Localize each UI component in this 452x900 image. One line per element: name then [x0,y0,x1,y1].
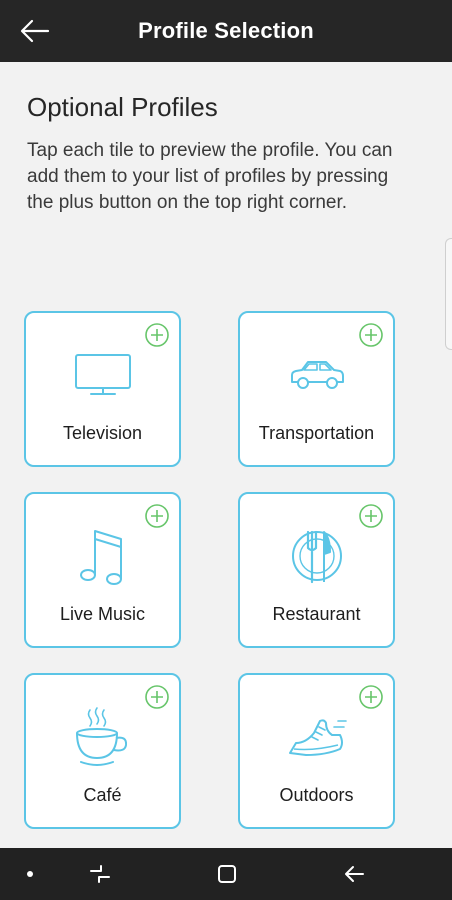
page-title: Profile Selection [138,18,314,43]
car-icon [290,361,344,389]
profile-tile-transportation[interactable]: Transportation [238,311,395,467]
section-heading: Optional Profiles [27,92,218,122]
television-icon [74,354,131,395]
coffee-cup-icon [75,707,127,766]
nav-recents-button[interactable] [74,848,126,900]
profile-tile-cafe[interactable]: Café [24,673,181,829]
running-shoe-icon [288,719,347,756]
plate-fork-knife-icon [291,530,342,584]
scroll-indicator[interactable] [445,238,452,350]
dot-icon [27,871,33,877]
tile-label: Restaurant [272,604,361,624]
app-bar: Profile Selection [0,0,452,62]
music-note-icon [79,530,122,585]
system-nav-bar [0,848,452,900]
profile-tile-television[interactable]: Television [24,311,181,467]
home-icon [218,865,236,883]
nav-back-button[interactable] [328,848,380,900]
nav-home-button[interactable] [201,848,253,900]
profile-tile-outdoors[interactable]: Outdoors [238,673,395,829]
tile-label: Outdoors [279,785,354,805]
tile-label: Television [62,423,143,443]
tile-label: Transportation [258,423,375,443]
back-icon [345,866,364,882]
profile-tile-restaurant[interactable]: Restaurant [238,492,395,648]
tile-label: Live Music [59,604,146,624]
recents-icon [90,865,110,883]
profile-tile-live-music[interactable]: Live Music [24,492,181,648]
instructions-text: Tap each tile to preview the profile. Yo… [27,140,393,213]
tile-label: Café [83,785,122,805]
nav-dot-button[interactable] [4,848,56,900]
